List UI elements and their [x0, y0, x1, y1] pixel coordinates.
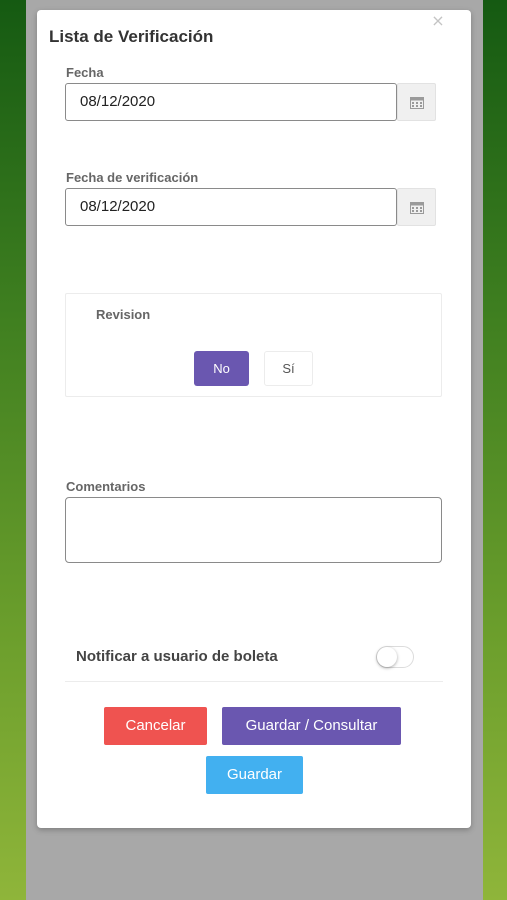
- cancel-button[interactable]: Cancelar: [104, 707, 207, 745]
- fecha-input[interactable]: 08/12/2020: [65, 83, 397, 121]
- fecha-verificacion-input[interactable]: 08/12/2020: [65, 188, 397, 226]
- revision-si-button[interactable]: Sí: [264, 351, 313, 386]
- revision-no-button[interactable]: No: [194, 351, 249, 386]
- revision-group: Revision No Sí: [65, 293, 442, 397]
- divider: [65, 681, 443, 682]
- close-icon[interactable]: ×: [430, 13, 446, 29]
- save-consult-button[interactable]: Guardar / Consultar: [222, 707, 401, 745]
- toggle-knob: [377, 647, 397, 667]
- notificar-label: Notificar a usuario de boleta: [76, 648, 278, 665]
- calendar-icon: [409, 201, 424, 214]
- calendar-icon: [409, 96, 424, 109]
- save-button[interactable]: Guardar: [206, 756, 303, 794]
- comentarios-textarea[interactable]: [65, 497, 442, 563]
- notificar-toggle[interactable]: [376, 646, 414, 668]
- verification-modal: × Lista de Verificación Fecha 08/12/2020…: [37, 10, 471, 828]
- fecha-calendar-button[interactable]: [397, 83, 436, 121]
- fecha-label: Fecha: [66, 65, 104, 80]
- modal-title: Lista de Verificación: [49, 27, 214, 46]
- comentarios-label: Comentarios: [66, 479, 146, 494]
- revision-label: Revision: [96, 307, 151, 322]
- fecha-verificacion-calendar-button[interactable]: [397, 188, 436, 226]
- fecha-verificacion-label: Fecha de verificación: [66, 170, 199, 185]
